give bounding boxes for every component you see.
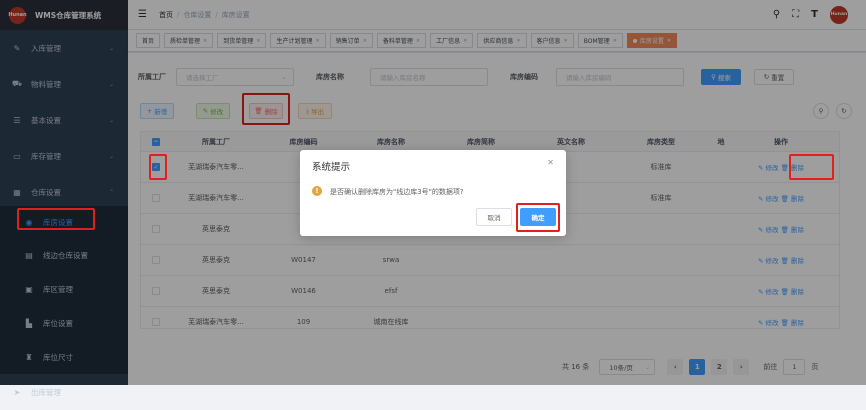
confirm-dialog: 系统提示 ✕ ! 是否确认删除库房为"线边库3号"的数据项? 取消 确定 <box>300 150 566 236</box>
send-icon: ➤ <box>13 387 21 397</box>
highlight-box <box>17 208 95 230</box>
highlight-box <box>149 154 167 180</box>
warning-icon: ! <box>312 186 322 196</box>
dialog-message: 是否确认删除库房为"线边库3号"的数据项? <box>330 188 464 196</box>
dialog-title: 系统提示 <box>312 162 351 173</box>
highlight-box <box>789 154 834 180</box>
close-icon[interactable]: ✕ <box>547 158 554 167</box>
highlight-box <box>516 203 560 232</box>
cancel-button[interactable]: 取消 <box>476 208 512 226</box>
